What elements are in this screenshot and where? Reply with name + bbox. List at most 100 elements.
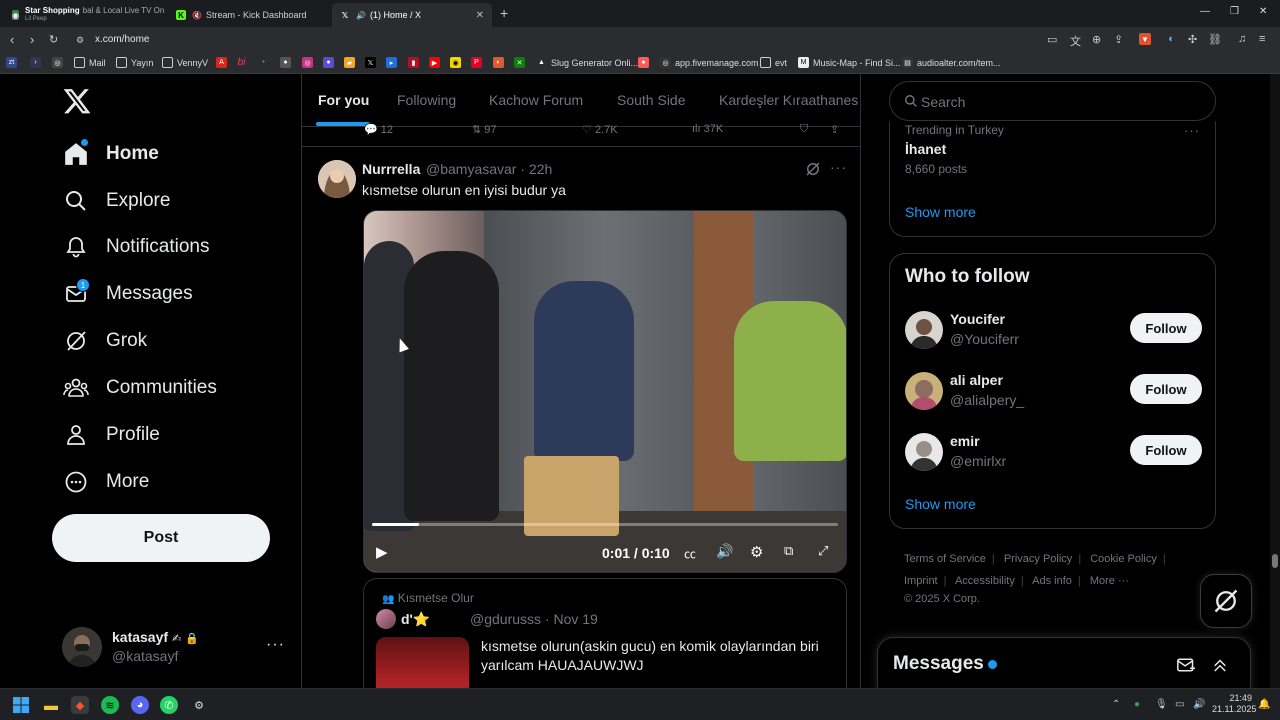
footer-link[interactable]: More ··· [1090,575,1129,587]
quote-author-handle[interactable]: @gdurusss [470,611,541,627]
notification-icon[interactable]: 🔔 [1258,699,1270,710]
page-scrollbar[interactable] [1270,74,1280,688]
tray-chevron-icon[interactable]: ⌃ [1112,699,1120,710]
microphone-icon[interactable]: 🎙 [1155,699,1168,710]
user-name[interactable]: ali alper [950,372,1003,388]
bookmark-icon[interactable]: ◎ [302,57,317,68]
trend-name[interactable]: İhanet [905,141,946,157]
cast-icon[interactable]: ▭ [1047,33,1057,46]
like-button[interactable]: ♡ 2.7K [582,123,618,136]
repost-button[interactable]: ⇅ 97 [472,123,497,136]
new-tab-button[interactable]: + [500,5,508,21]
bookmark-folder-yayin[interactable]: Yayın [116,57,153,68]
quote-community[interactable]: 👥 Kısmetse Olur [382,591,474,605]
grok-floating-button[interactable] [1200,574,1252,628]
bookmark-icon[interactable]: ● [280,57,295,68]
translate-icon[interactable]: 文 [1070,33,1081,49]
bookmark-fivemanage[interactable]: ● [638,57,653,68]
bookmark-icon[interactable]: ▸ [386,57,401,68]
nav-grok[interactable]: Grok [62,324,147,358]
post-author-name[interactable]: Nurrrella [362,161,420,177]
bookmark-icon[interactable]: 𝕏 [365,57,380,68]
bookmark-icon[interactable]: A [216,57,231,68]
post-author-avatar[interactable] [318,160,356,198]
chevron-up-icon[interactable] [1211,656,1229,674]
browser-tab-x[interactable]: 𝕏 🔊 (1) Home / X ✕ [332,3,492,27]
captions-icon[interactable]: ㏄ [684,545,696,562]
menu-icon[interactable]: ≡ [1259,33,1265,45]
taskbar-clock[interactable]: 21:49 21.11.2025 [1212,693,1256,715]
reload-button[interactable]: ↻ [49,33,58,46]
nav-explore[interactable]: Explore [62,184,170,218]
bookmark-icon[interactable]: bi [236,57,251,68]
quote-author-name[interactable]: d'⭐ [401,611,430,628]
bookmark-icon[interactable]: ● [323,57,338,68]
browser-tab-kick[interactable]: K 🔇 Stream - Kick Dashboard [168,3,330,27]
play-button[interactable]: ▶ [376,543,388,561]
post-time[interactable]: 22h [529,161,552,177]
whatsapp-icon[interactable]: ✆ [160,696,178,714]
user-avatar[interactable] [905,372,943,410]
tab-kardesler[interactable]: Kardeşler Kıraathanes [719,92,858,108]
bookmark-icon[interactable]: ◎ [52,57,67,68]
bookmark-icon[interactable]: ▮ [408,57,423,68]
nav-communities[interactable]: Communities [62,371,217,405]
quoted-post[interactable]: 👥 Kısmetse Olur d'⭐ @gdurusss · Nov 19 k… [363,578,847,688]
bookmark-button[interactable]: ⛉ [800,123,808,136]
footer-link[interactable]: Privacy Policy [1004,553,1072,565]
bookmark-folder-evt[interactable]: evt [760,57,787,68]
zoom-icon[interactable]: ⊕ [1092,33,1101,46]
bookmark-icon[interactable]: ▰ [344,57,359,68]
follow-suggestion[interactable]: ali alper @alialpery_ Follow [890,372,1217,432]
reply-button[interactable]: 💬 12 [364,123,393,136]
link-icon[interactable]: ⛓ [1208,33,1222,46]
back-button[interactable]: ‹ [10,32,14,47]
search-box[interactable]: Search [889,81,1216,121]
brave-icon[interactable]: ◆ [71,696,89,714]
restore-button[interactable]: ❐ [1230,6,1239,17]
discord-icon[interactable]: ◕ [131,696,149,714]
follow-suggestion[interactable]: Youcifer @Youciferr Follow [890,311,1217,371]
bookmark-music-map[interactable]: M Music-Map - Find Si... [798,57,901,68]
footer-link[interactable]: Ads info [1032,575,1072,587]
account-more-icon[interactable]: ··· [266,636,285,654]
follow-button[interactable]: Follow [1130,374,1202,404]
bookmark-icon[interactable]: › [30,57,45,68]
nav-notifications[interactable]: Notifications [62,230,210,264]
user-name[interactable]: Youcifer [950,311,1005,327]
bookmark-icon[interactable]: ◉ [450,57,465,68]
volume-icon[interactable]: 🔊 [1193,699,1205,710]
steam-icon[interactable]: ⚙ [190,696,208,714]
fullscreen-icon[interactable]: ⤢ [818,543,828,559]
url-input[interactable]: x.com/home [95,34,149,45]
settings-icon[interactable]: ⚙ [750,543,763,561]
footer-link[interactable]: Imprint [904,575,938,587]
follow-suggestion[interactable]: emir @emirlxr Follow [890,433,1217,493]
follow-button[interactable]: Follow [1130,313,1202,343]
video-player[interactable]: ▶ 0:01 / 0:10 ㏄ 🔊 ⚙ ⧉ ⤢ [363,210,847,573]
bookmark-icon[interactable]: • [258,57,273,68]
user-avatar[interactable] [905,311,943,349]
video-progress-bar[interactable] [372,523,838,526]
tab-following[interactable]: Following [397,92,456,108]
quote-media-thumbnail[interactable] [376,637,469,688]
grok-icon[interactable] [804,160,822,178]
follow-show-more[interactable]: Show more [905,496,976,512]
trends-show-more[interactable]: Show more [905,204,976,220]
brave-shield-icon[interactable]: ▼ [1139,33,1151,45]
pip-icon[interactable]: ⧉ [784,543,793,559]
user-name[interactable]: emir [950,433,980,449]
quote-date[interactable]: Nov 19 [553,611,597,627]
footer-link[interactable]: Terms of Service [904,553,986,565]
share-button[interactable]: ⇪ [830,123,839,136]
x-logo-icon[interactable] [62,86,92,116]
bookmark-folder-mail[interactable]: Mail [74,57,106,68]
footer-link[interactable]: Accessibility [955,575,1015,587]
footer-link[interactable]: Cookie Policy [1090,553,1157,565]
tab-for-you[interactable]: For you [318,92,369,108]
new-message-icon[interactable] [1176,656,1196,674]
bookmark-icon[interactable]: ◐ [493,57,508,68]
bookmark-icon[interactable]: zt [6,57,21,68]
post-more-icon[interactable]: ··· [830,159,847,175]
file-explorer-icon[interactable]: ▬ [42,696,60,714]
